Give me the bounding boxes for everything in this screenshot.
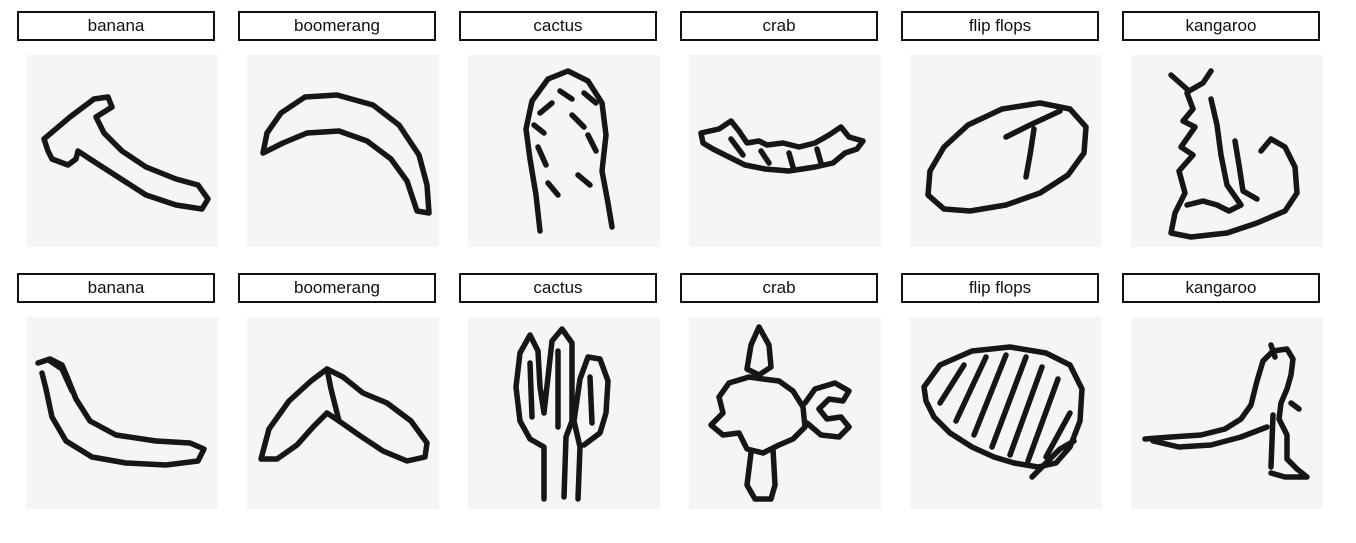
- sketch-card: cactus: [459, 11, 660, 247]
- sketch-label: kangaroo: [1122, 273, 1320, 303]
- sketch-label: crab: [680, 11, 878, 41]
- cactus-sketch-icon: [468, 55, 660, 247]
- kangaroo-sketch-icon: [1131, 317, 1323, 509]
- sketch-card: boomerang: [238, 273, 439, 509]
- sketch-card: boomerang: [238, 11, 439, 247]
- crab-sketch-icon: [689, 55, 881, 247]
- sketch-label: banana: [17, 273, 215, 303]
- sketch-card: banana: [17, 273, 218, 509]
- sketch-card: crab: [680, 273, 881, 509]
- boomerang-sketch-icon: [247, 317, 439, 509]
- sketch-grid: banana boomerang cactus crab flip flops …: [17, 11, 1347, 509]
- sketch-card: banana: [17, 11, 218, 247]
- sketch-card: cactus: [459, 273, 660, 509]
- flip-flops-sketch-icon: [910, 55, 1102, 247]
- banana-sketch-icon: [26, 55, 218, 247]
- crab-sketch-icon: [689, 317, 881, 509]
- sketch-label: banana: [17, 11, 215, 41]
- sketch-card: flip flops: [901, 273, 1102, 509]
- sketch-label: cactus: [459, 273, 657, 303]
- sketch-label: flip flops: [901, 11, 1099, 41]
- sketch-label: boomerang: [238, 11, 436, 41]
- banana-sketch-icon: [26, 317, 218, 509]
- sketch-card: flip flops: [901, 11, 1102, 247]
- sketch-label: kangaroo: [1122, 11, 1320, 41]
- flip-flops-sketch-icon: [910, 317, 1102, 509]
- sketch-card: kangaroo: [1122, 273, 1323, 509]
- sketch-row: banana boomerang cactus crab flip flops …: [17, 273, 1347, 509]
- sketch-card: kangaroo: [1122, 11, 1323, 247]
- boomerang-sketch-icon: [247, 55, 439, 247]
- sketch-label: crab: [680, 273, 878, 303]
- sketch-label: flip flops: [901, 273, 1099, 303]
- sketch-label: cactus: [459, 11, 657, 41]
- sketch-row: banana boomerang cactus crab flip flops …: [17, 11, 1347, 247]
- kangaroo-sketch-icon: [1131, 55, 1323, 247]
- sketch-card: crab: [680, 11, 881, 247]
- sketch-label: boomerang: [238, 273, 436, 303]
- cactus-sketch-icon: [468, 317, 660, 509]
